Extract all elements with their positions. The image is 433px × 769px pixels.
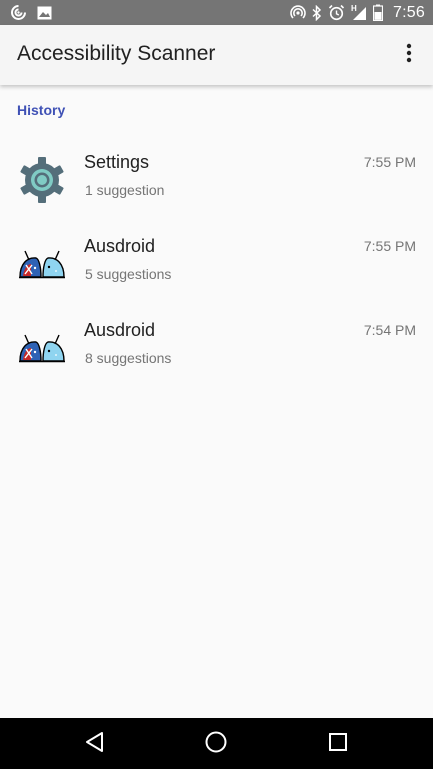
- status-system-icons: H 7:56: [290, 0, 425, 25]
- settings-gear-icon: [18, 156, 66, 204]
- overflow-menu-button[interactable]: [397, 37, 421, 73]
- home-button[interactable]: [203, 731, 229, 757]
- recents-button[interactable]: [325, 731, 351, 757]
- recents-icon: [328, 732, 348, 757]
- history-item-ausdroid[interactable]: Ausdroid 8 suggestions 7:54 PM: [0, 310, 433, 394]
- navigation-bar: [0, 718, 433, 769]
- back-icon: [85, 731, 105, 758]
- history-item-settings[interactable]: Settings 1 suggestion 7:55 PM: [0, 142, 433, 226]
- history-header: History: [17, 102, 66, 118]
- status-time: 7:56: [393, 3, 425, 21]
- history-item-suggestions: 8 suggestions: [85, 350, 172, 366]
- alarm-icon: [328, 4, 345, 21]
- bluetooth-icon: [312, 4, 322, 21]
- history-item-time: 7:55 PM: [363, 238, 416, 254]
- data-saver-icon: [10, 4, 27, 21]
- signal-h-icon: H: [351, 3, 367, 21]
- history-item-time: 7:54 PM: [363, 322, 416, 338]
- history-item-ausdroid[interactable]: Ausdroid 5 suggestions 7:55 PM: [0, 226, 433, 310]
- status-bar: H 7:56: [0, 0, 433, 25]
- ausdroid-logo-icon: [18, 324, 66, 372]
- ausdroid-logo-icon: [18, 240, 66, 288]
- app-bar: Accessibility Scanner: [0, 25, 433, 85]
- back-button[interactable]: [82, 731, 108, 757]
- history-item-app-name: Settings: [84, 152, 150, 172]
- history-item-suggestions: 1 suggestion: [85, 182, 165, 198]
- history-item-time: 7:55 PM: [363, 154, 416, 170]
- more-vert-icon: [406, 43, 412, 68]
- hotspot-icon: [290, 4, 306, 21]
- history-list: History Settings 1 suggestion 7:55 PM Au…: [0, 85, 433, 718]
- app-title: Accessibility Scanner: [17, 42, 216, 65]
- network-type-label: H: [351, 3, 357, 13]
- history-item-suggestions: 5 suggestions: [85, 266, 172, 282]
- image-icon: [37, 6, 52, 20]
- history-item-app-name: Ausdroid: [84, 320, 156, 340]
- battery-icon: [373, 4, 384, 21]
- status-notifications: [10, 4, 52, 21]
- history-item-app-name: Ausdroid: [84, 236, 156, 256]
- home-icon: [204, 730, 228, 759]
